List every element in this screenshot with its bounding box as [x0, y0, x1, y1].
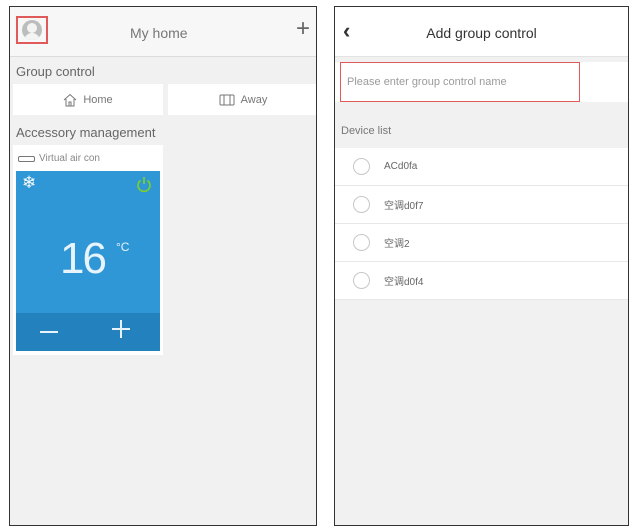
- accessory-card[interactable]: Virtual air con ❄ 16 °C: [13, 145, 163, 355]
- page-title: Add group control: [426, 25, 537, 41]
- group-home-button[interactable]: Home: [13, 84, 163, 115]
- device-name: 空调d0f4: [384, 277, 424, 288]
- back-chevron-icon[interactable]: ‹: [343, 20, 350, 42]
- add-group-screen: Add group control ‹ Device list ACd0fa 空…: [334, 6, 629, 526]
- add-group-header: Add group control ‹: [335, 7, 628, 57]
- device-list: ACd0fa 空调d0f7 空调2 空调d0f4: [335, 148, 628, 300]
- group-away-button[interactable]: Away: [168, 84, 316, 115]
- ac-control-bar: [16, 313, 160, 351]
- list-item[interactable]: ACd0fa: [335, 148, 628, 186]
- list-item[interactable]: 空调2: [335, 224, 628, 262]
- list-item[interactable]: 空调d0f4: [335, 262, 628, 300]
- radio-button[interactable]: [353, 196, 370, 213]
- avatar-icon: [22, 20, 42, 40]
- home-screen: My home + Group control Home Away Access…: [9, 6, 317, 526]
- air-conditioner-icon: [18, 155, 35, 162]
- snowflake-icon[interactable]: ❄: [22, 173, 36, 193]
- group-name-input[interactable]: [340, 62, 580, 102]
- device-name: 空调2: [384, 239, 410, 250]
- page-title: My home: [130, 25, 188, 41]
- avatar-button[interactable]: [16, 16, 48, 44]
- ac-control-tile[interactable]: ❄ 16 °C: [16, 171, 160, 351]
- home-icon: [63, 93, 77, 106]
- radio-button[interactable]: [353, 234, 370, 251]
- accessory-management-label: Accessory management: [16, 125, 156, 140]
- decrease-temp-button[interactable]: [40, 331, 58, 333]
- group-control-label: Group control: [16, 64, 95, 79]
- accessory-name: Virtual air con: [18, 153, 100, 164]
- device-list-label: Device list: [341, 125, 392, 137]
- group-away-label: Away: [240, 93, 268, 106]
- home-header: My home +: [10, 7, 316, 57]
- add-icon[interactable]: +: [296, 17, 310, 41]
- accessory-name-label: Virtual air con: [39, 153, 100, 164]
- device-name: 空调d0f7: [384, 201, 424, 212]
- list-item[interactable]: 空调d0f7: [335, 186, 628, 224]
- group-home-label: Home: [83, 93, 113, 106]
- away-icon: [219, 94, 235, 106]
- radio-button[interactable]: [353, 272, 370, 289]
- temperature-unit: °C: [116, 240, 130, 254]
- increase-temp-button[interactable]: [112, 320, 130, 338]
- temperature-value: 16: [60, 234, 107, 283]
- radio-button[interactable]: [353, 158, 370, 175]
- device-name: ACd0fa: [384, 161, 418, 172]
- power-icon[interactable]: [136, 176, 152, 193]
